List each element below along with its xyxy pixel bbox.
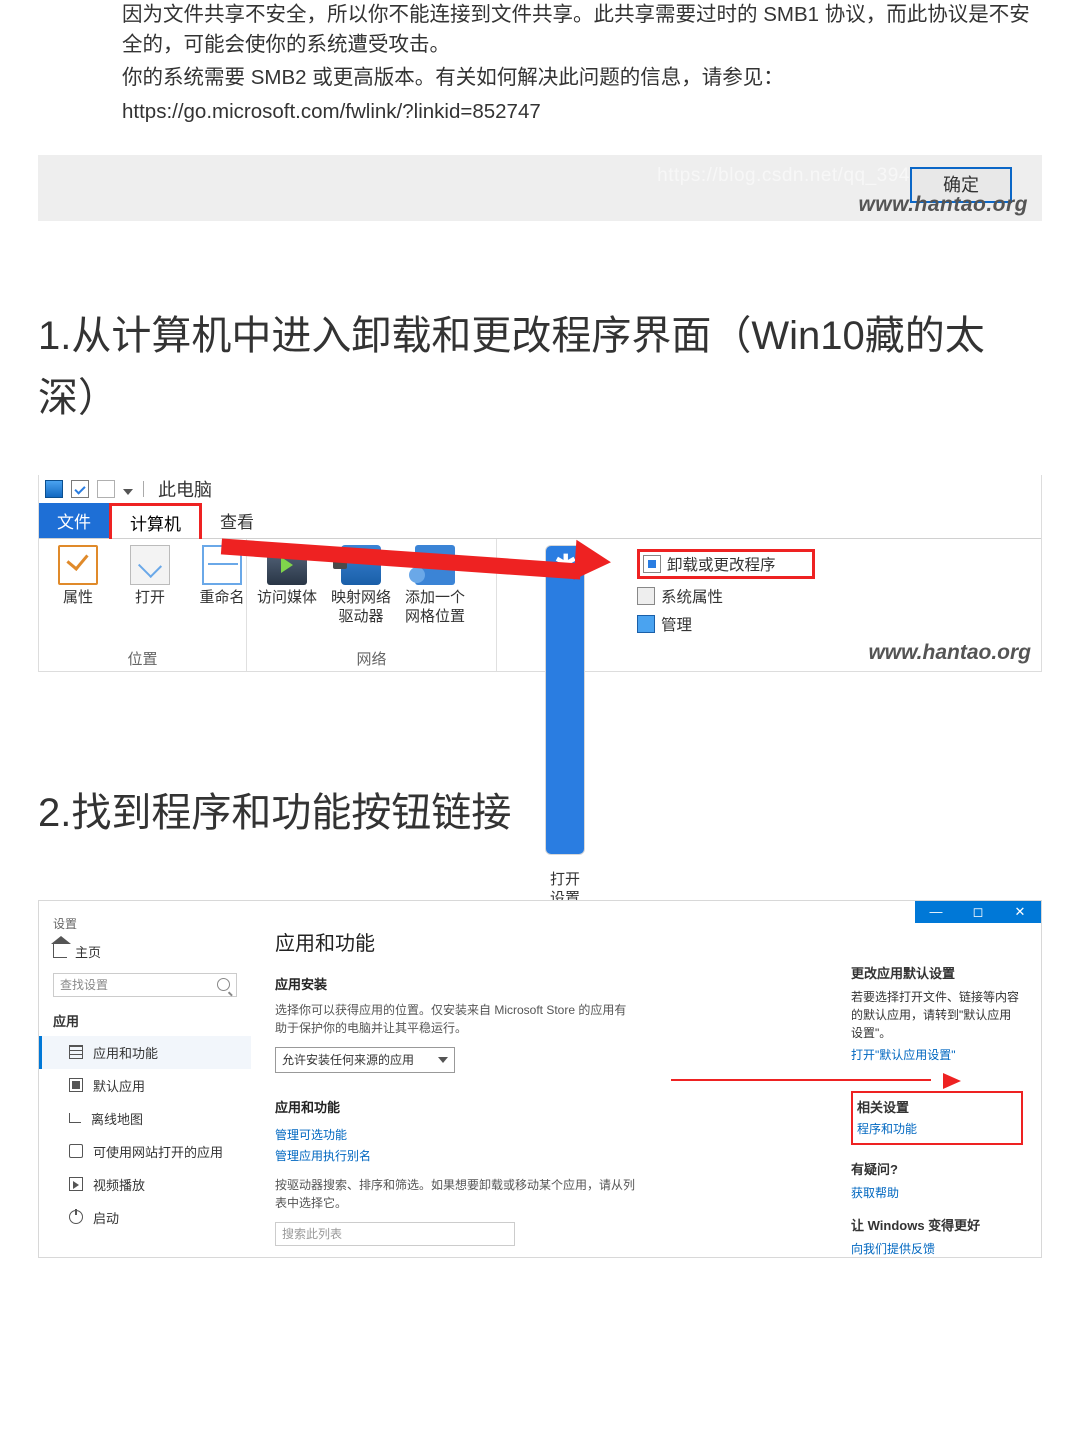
window-title: 此电脑 (158, 476, 212, 502)
computer-icon (45, 480, 63, 498)
ribbon-open[interactable]: 打开 (121, 545, 179, 648)
ribbon-properties[interactable]: 属性 (49, 545, 107, 648)
map-drive-icon (341, 545, 381, 585)
home-icon (53, 944, 67, 958)
link-uninstall-programs[interactable]: 卸载或更改程序 (637, 549, 815, 579)
offline-maps-icon (69, 1113, 81, 1123)
app-source-select[interactable]: 允许安装任何来源的应用 (275, 1047, 455, 1073)
right-title-help: 有疑问? (851, 1159, 1023, 1178)
sidebar-category: 应用 (53, 1011, 251, 1030)
manage-icon (637, 615, 655, 633)
sidebar-item-default-apps[interactable]: 默认应用 (39, 1069, 251, 1102)
settings-sidebar: 设置 主页 查找设置 应用 应用和功能 默认应用 离线地图 可使用网站打开的应用… (39, 901, 251, 1257)
ribbon-group-network: 访问媒体 映射网络 驱动器 添加一个 网格位置 网络 (247, 539, 497, 671)
right-title-feedback: 让 Windows 变得更好 (851, 1215, 1023, 1234)
settings-title: 设置 (53, 915, 251, 932)
related-settings-box: 相关设置 程序和功能 (851, 1091, 1023, 1145)
link-optional-features[interactable]: 管理可选功能 (275, 1126, 347, 1143)
link-system-properties[interactable]: 系统属性 (637, 585, 815, 607)
maximize-button[interactable]: ◻ (957, 901, 999, 923)
settings-main: 应用和功能 应用安装 选择你可以获得应用的位置。仅安装来自 Microsoft … (251, 901, 851, 1257)
separator (143, 481, 144, 497)
ribbon-access-media[interactable]: 访问媒体 (257, 545, 317, 648)
ribbon-add-location[interactable]: 添加一个 网格位置 (405, 545, 465, 648)
settings-icon (545, 545, 585, 855)
link-execution-alias[interactable]: 管理应用执行别名 (275, 1147, 371, 1164)
media-icon (267, 545, 307, 585)
callout-arrow-2 (671, 1073, 961, 1089)
chevron-down-icon (438, 1057, 448, 1063)
app-install-desc: 选择你可以获得应用的位置。仅安装来自 Microsoft Store 的应用有助… (275, 1001, 635, 1037)
ribbon-tabs: 文件 计算机 查看 (39, 503, 1041, 539)
dialog-url: https://go.microsoft.com/fwlink/?linkid=… (122, 97, 1042, 127)
programs-icon (643, 555, 661, 573)
sidebar-item-video-playback[interactable]: 视频播放 (39, 1168, 251, 1201)
tab-view[interactable]: 查看 (202, 503, 272, 538)
window-controls: — ◻ ✕ (915, 901, 1041, 923)
dialog-text-1: 因为文件共享不安全，所以你不能连接到文件共享。此共享需要过时的 SMB1 协议，… (122, 0, 1042, 59)
apps-icon (69, 1045, 83, 1059)
minimize-button[interactable]: — (915, 901, 957, 923)
startup-icon (69, 1210, 83, 1224)
apps-list-desc: 按驱动器搜索、排序和筛选。如果想要卸载或移动某个应用，请从列表中选择它。 (275, 1176, 635, 1212)
right-title-related: 相关设置 (857, 1097, 1015, 1116)
ribbon-open-settings[interactable]: 打开 设置 (507, 545, 623, 909)
watermark: www.hantao.org (858, 193, 1028, 217)
ribbon-rename[interactable]: 重命名 (193, 545, 251, 648)
tab-computer[interactable]: 计算机 (109, 503, 202, 539)
open-icon (130, 545, 170, 585)
section-app-install: 应用安装 (275, 974, 827, 993)
right-desc-defaults: 若要选择打开文件、链接等内容的默认应用，请转到"默认应用设置"。 (851, 988, 1023, 1042)
sidebar-item-startup[interactable]: 启动 (39, 1201, 251, 1234)
section-apps-features: 应用和功能 (275, 1097, 827, 1116)
ribbon-map-drive[interactable]: 映射网络 驱动器 (331, 545, 391, 648)
step1-heading: 1.从计算机中进入卸载和更改程序界面（Win10藏的太深） (38, 305, 1042, 429)
web-apps-icon (69, 1144, 83, 1158)
add-location-icon (415, 545, 455, 585)
page-title: 应用和功能 (275, 927, 827, 956)
right-title-defaults: 更改应用默认设置 (851, 963, 1023, 982)
ribbon-group-location: 属性 打开 重命名 位置 (39, 539, 247, 671)
title-bar: 此电脑 (39, 475, 1041, 503)
explorer-window: 此电脑 文件 计算机 查看 属性 打开 (38, 475, 1042, 672)
tab-file[interactable]: 文件 (39, 503, 109, 538)
link-manage[interactable]: 管理 (637, 613, 815, 635)
dialog-text-2: 你的系统需要 SMB2 或更高版本。有关如何解决此问题的信息，请参见： (122, 63, 1042, 93)
watermark-2: www.hantao.org (868, 641, 1031, 665)
system-props-icon (637, 587, 655, 605)
watermark-ghost: https://blog.csdn.net/qq_39479 (657, 165, 932, 187)
video-icon (69, 1177, 83, 1191)
sidebar-item-apps-for-websites[interactable]: 可使用网站打开的应用 (39, 1135, 251, 1168)
sidebar-item-offline-maps[interactable]: 离线地图 (39, 1102, 251, 1135)
dialog-footer: https://blog.csdn.net/qq_39479 确定 www.ha… (38, 155, 1042, 221)
link-open-defaults[interactable]: 打开"默认应用设置" (851, 1048, 956, 1062)
settings-window: — ◻ ✕ 设置 主页 查找设置 应用 应用和功能 默认应用 离线地图 可使用网… (38, 900, 1042, 1258)
sidebar-home[interactable]: 主页 (53, 942, 251, 961)
search-apps-input[interactable]: 搜索此列表 (275, 1222, 515, 1246)
qat-newfolder-icon[interactable] (97, 480, 115, 498)
sidebar-item-apps-features[interactable]: 应用和功能 (39, 1036, 251, 1069)
group-label-location: 位置 (49, 648, 236, 669)
default-apps-icon (69, 1078, 83, 1092)
search-icon (217, 978, 230, 991)
search-settings-input[interactable]: 查找设置 (53, 973, 237, 997)
rename-icon (202, 545, 242, 585)
link-get-help[interactable]: 获取帮助 (851, 1186, 899, 1200)
group-label-network: 网络 (257, 648, 486, 669)
properties-icon (58, 545, 98, 585)
link-give-feedback[interactable]: 向我们提供反馈 (851, 1242, 935, 1256)
smb-error-dialog: 因为文件共享不安全，所以你不能连接到文件共享。此共享需要过时的 SMB1 协议，… (0, 0, 1080, 221)
link-programs-and-features[interactable]: 程序和功能 (857, 1122, 917, 1136)
qat-properties-icon[interactable] (71, 480, 89, 498)
qat-more-icon[interactable] (123, 489, 133, 495)
close-button[interactable]: ✕ (999, 901, 1041, 923)
